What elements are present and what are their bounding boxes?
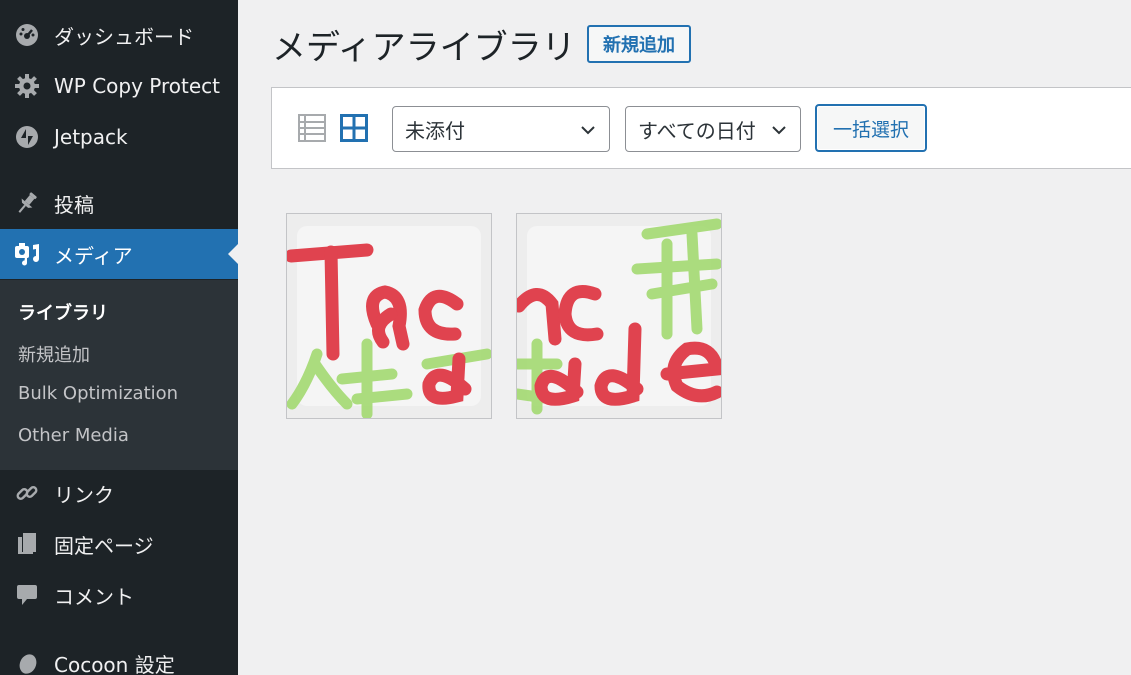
sidebar-item-label: リンク bbox=[54, 482, 114, 507]
jetpack-icon bbox=[0, 124, 54, 150]
page-title: メディアライブラリ bbox=[272, 28, 576, 68]
submenu-item-other-media[interactable]: Other Media bbox=[18, 425, 129, 446]
sidebar-item-cocoon-settings[interactable]: Cocoon 設定 bbox=[0, 638, 238, 675]
comment-icon bbox=[0, 582, 54, 608]
admin-sidebar: ダッシュボード WP Copy Protect Jetpack 投稿 メディア … bbox=[0, 0, 238, 675]
attachment-filter-value: 未添付 bbox=[405, 118, 465, 143]
media-toolbar: 未添付 すべての日付 一括選択 bbox=[271, 87, 1131, 169]
active-indicator-arrow bbox=[228, 244, 238, 264]
sidebar-item-label: WP Copy Protect bbox=[54, 74, 220, 98]
sidebar-item-posts[interactable]: 投稿 bbox=[0, 178, 238, 228]
sidebar-item-media[interactable]: メディア bbox=[0, 229, 238, 279]
media-thumbnail[interactable] bbox=[286, 213, 492, 419]
page-icon bbox=[0, 531, 54, 557]
gear-icon bbox=[0, 73, 54, 99]
sidebar-item-pages[interactable]: 固定ページ bbox=[0, 519, 238, 569]
list-view-icon[interactable] bbox=[298, 114, 326, 142]
sidebar-item-links[interactable]: リンク bbox=[0, 468, 238, 518]
submenu-item-library[interactable]: ライブラリ bbox=[18, 299, 108, 325]
pin-icon bbox=[0, 190, 54, 216]
sidebar-item-dashboard[interactable]: ダッシュボード bbox=[0, 10, 238, 60]
sidebar-item-label: メディア bbox=[54, 243, 133, 268]
bulk-select-button[interactable]: 一括選択 bbox=[815, 104, 927, 152]
grid-view-icon[interactable] bbox=[340, 114, 368, 142]
media-icon bbox=[0, 241, 54, 267]
sidebar-item-label: 固定ページ bbox=[54, 533, 154, 558]
date-filter-select[interactable]: すべての日付 bbox=[625, 106, 801, 152]
sidebar-item-wp-copy-protect[interactable]: WP Copy Protect bbox=[0, 61, 238, 111]
date-filter-value: すべての日付 bbox=[638, 118, 756, 143]
dashboard-icon bbox=[0, 22, 54, 48]
chevron-down-icon bbox=[581, 126, 595, 135]
chevron-down-icon bbox=[772, 126, 786, 135]
submenu-item-add-new[interactable]: 新規追加 bbox=[18, 341, 90, 367]
media-submenu: ライブラリ 新規追加 Bulk Optimization Other Media bbox=[0, 280, 238, 470]
submenu-item-bulk-optimization[interactable]: Bulk Optimization bbox=[18, 383, 178, 404]
link-icon bbox=[0, 480, 54, 506]
sidebar-item-label: コメント bbox=[54, 584, 134, 609]
cocoon-icon bbox=[0, 650, 54, 675]
attachment-filter-select[interactable]: 未添付 bbox=[392, 106, 610, 152]
sidebar-item-label: Jetpack bbox=[54, 125, 128, 149]
sidebar-item-label: 投稿 bbox=[54, 192, 94, 217]
media-thumbnail[interactable] bbox=[516, 213, 722, 419]
sidebar-item-jetpack[interactable]: Jetpack bbox=[0, 112, 238, 162]
add-new-button[interactable]: 新規追加 bbox=[587, 25, 691, 63]
sidebar-item-label: ダッシュボード bbox=[54, 24, 194, 49]
sidebar-item-comments[interactable]: コメント bbox=[0, 570, 238, 620]
sidebar-item-label: Cocoon 設定 bbox=[54, 652, 175, 675]
